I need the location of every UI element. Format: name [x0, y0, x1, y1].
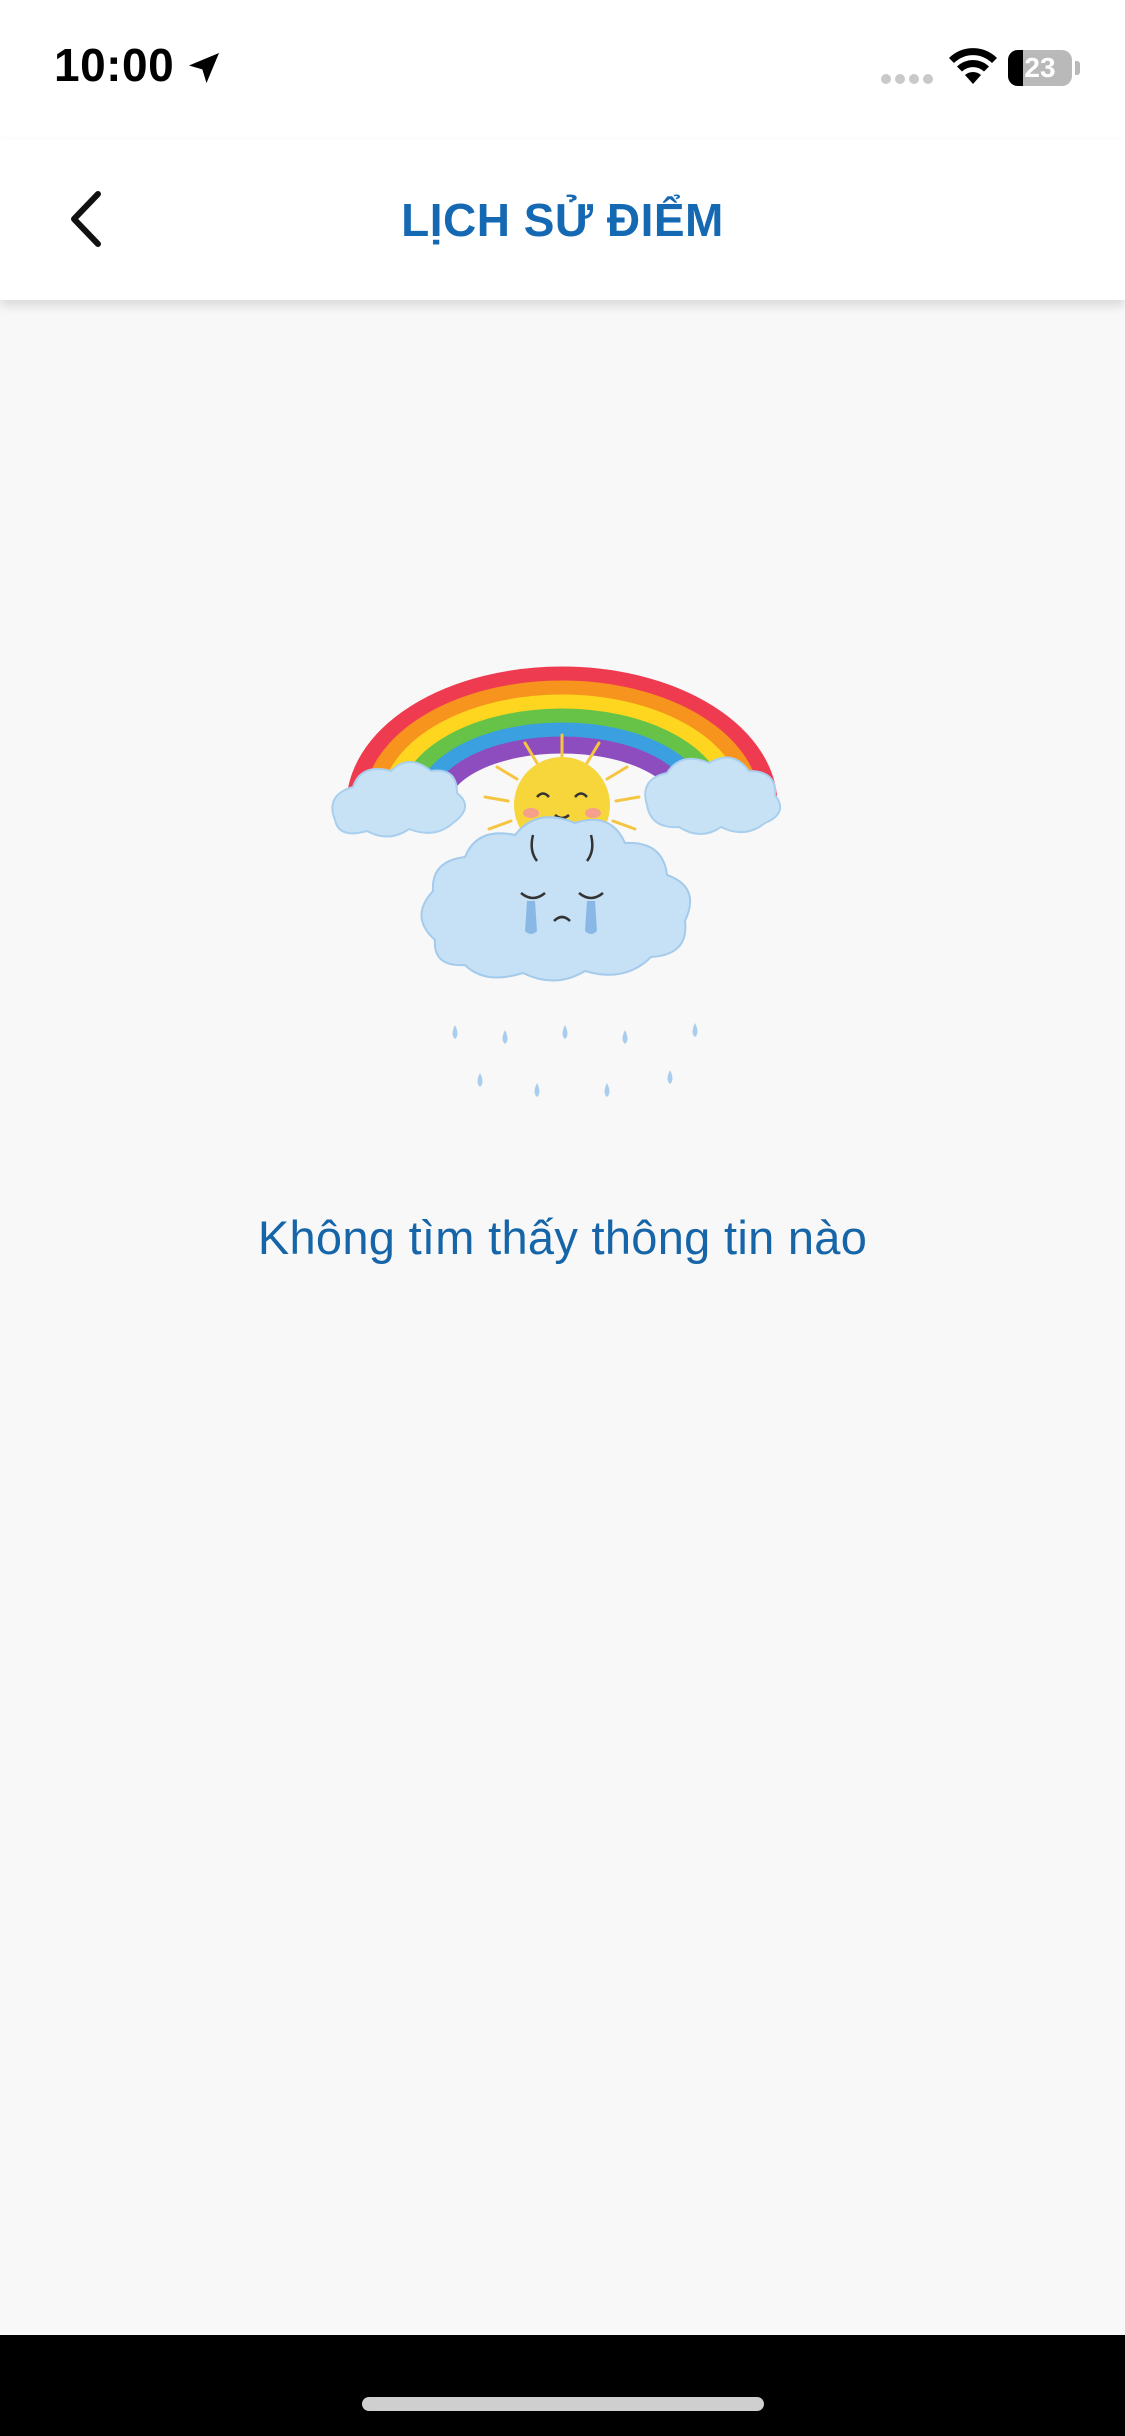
status-bar: 10:00 23	[0, 0, 1125, 140]
bottom-bar	[0, 2335, 1125, 2436]
back-button[interactable]	[44, 176, 130, 262]
nav-header: LỊCH SỬ ĐIỂM	[0, 140, 1125, 300]
empty-state-message: Không tìm thấy thông tin nào	[257, 1211, 868, 1264]
wifi-icon	[949, 48, 997, 84]
empty-state-illustration-icon	[331, 666, 782, 1097]
location-arrow-icon	[189, 53, 219, 83]
status-time: 10:00	[54, 39, 175, 91]
main-content: Không tìm thấy thông tin nào	[0, 300, 1125, 2335]
battery-percent: 23	[1024, 52, 1056, 83]
battery-icon: 23	[1008, 50, 1080, 86]
signal-icon	[881, 74, 933, 84]
chevron-left-icon	[71, 191, 101, 247]
home-indicator[interactable]	[362, 2397, 764, 2411]
page-title: LỊCH SỬ ĐIỂM	[401, 194, 724, 246]
